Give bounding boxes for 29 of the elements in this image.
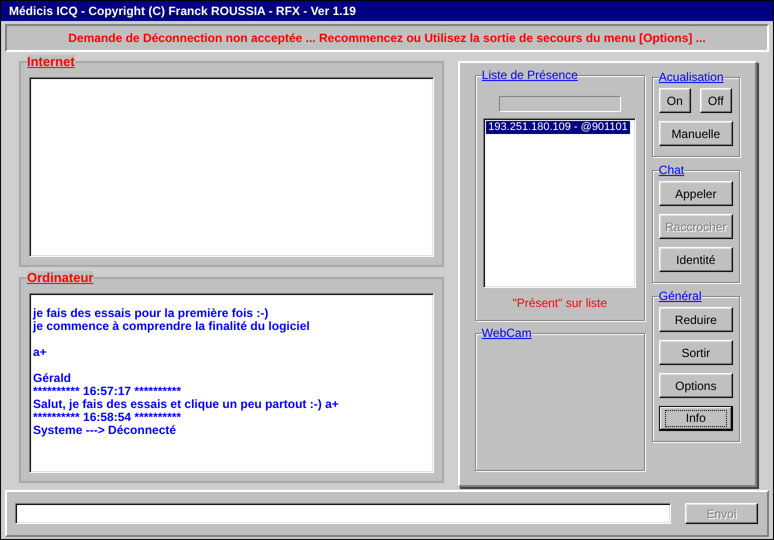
chat-line: ********** 16:58:54 ********** (33, 411, 182, 424)
chat-line: ********** 16:57:17 ********** (33, 385, 182, 398)
group-title: Général (658, 289, 702, 303)
push-button[interactable]: On (658, 88, 691, 113)
chat-line: je fais des essais pour la première fois :-) (33, 307, 270, 320)
group-title: Liste de Présence (482, 68, 578, 82)
group-title: WebCam (482, 326, 532, 340)
push-button[interactable]: Appeler (658, 181, 733, 206)
list-item[interactable]: 193.251.180.109 - @901101 (486, 121, 630, 134)
push-button[interactable]: Identité (658, 247, 733, 272)
push-button[interactable]: Info (658, 406, 733, 431)
status-bar: Demande de Déconnection non acceptée ... Recommencez ou Utilisez la sortie de secours du menu [Options] ... (5, 24, 769, 52)
push-button[interactable]: Options (658, 373, 733, 398)
presence-note: "Présent" sur liste (512, 295, 608, 312)
push-button[interactable]: Off (700, 88, 732, 113)
push-button[interactable]: Sortir (658, 340, 733, 365)
group-title: Chat (658, 163, 684, 177)
window-title: Médicis ICQ - Copyright (C) Franck ROUSSIA - RFX - Ver 1.19 (1, 1, 773, 21)
chat-line: Systeme ---> Déconnecté (33, 424, 178, 437)
chat-line: Gérald (33, 372, 72, 385)
group-title: Internet (27, 55, 75, 69)
group-title: Ordinateur (27, 271, 94, 285)
group-title: Acualisation (658, 70, 724, 84)
chat-line: Salut, je fais des essais et clique un peu partout :-) a+ (33, 398, 340, 411)
chat-line: a+ (33, 346, 48, 359)
message-field[interactable] (15, 503, 671, 524)
chat-line: je commence à comprendre la finalité du logiciel (33, 320, 311, 333)
push-button[interactable]: Manuelle (658, 121, 733, 146)
push-button[interactable]: Reduire (658, 307, 733, 332)
